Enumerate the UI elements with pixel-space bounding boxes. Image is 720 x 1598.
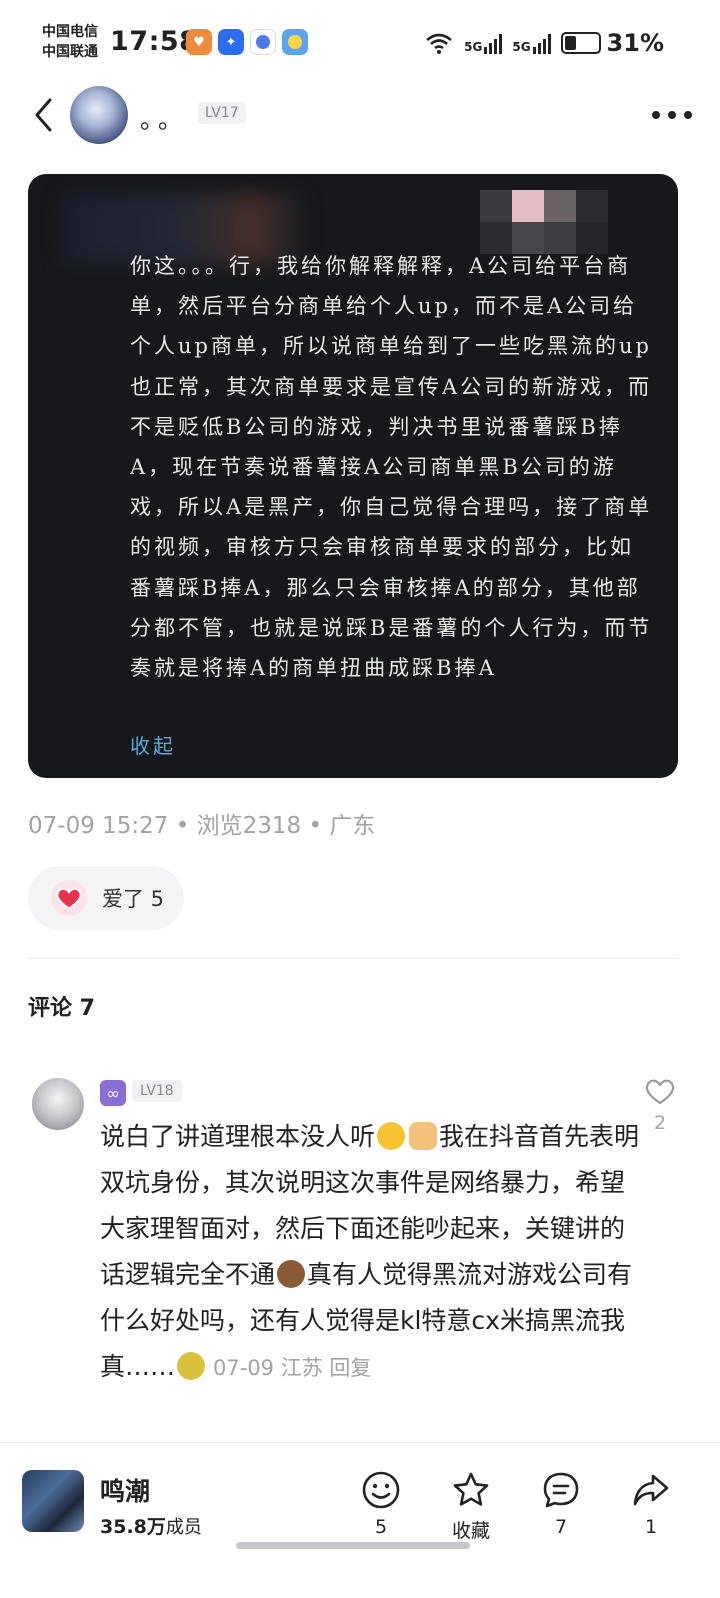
members-suffix: 成员 [165,1517,202,1538]
wifi-icon [424,31,454,55]
favorite-label: 收藏 [451,1520,490,1542]
share-button[interactable]: 1 [616,1470,686,1538]
author-level-badge: LV17 [198,102,246,124]
comment-like-button[interactable]: 2 [640,1076,680,1134]
bottom-divider [0,1442,720,1443]
battery-icon [560,32,601,54]
comment-text: 说白了讲道理根本没人听 我在抖音首先表明双坑身份，其次说明这次事件是网络暴力，希望… [100,1114,640,1391]
more-button[interactable] [652,100,692,130]
community-avatar[interactable] [22,1470,84,1532]
divider [28,958,678,959]
heart-app-icon: ♥ [186,29,212,55]
home-indicator[interactable] [236,1542,470,1549]
bottom-bar: 鸣潮 35.8万成员 5 收藏 7 1 [0,1444,720,1598]
comment-icon [543,1472,579,1508]
commenter-level-badge: LV18 [132,1080,182,1102]
notification-icons: ♥ ✦ [186,29,308,55]
love-label: 爱了 5 [102,887,165,911]
signal-2-icon: 5G [512,32,551,54]
battery-indicator: 31% [560,29,664,57]
members-count: 35.8万 [100,1516,166,1538]
poop-emoji-icon [277,1260,306,1288]
back-icon [35,98,52,132]
commenter-avatar[interactable] [32,1078,84,1130]
star-icon [453,1472,489,1506]
ok-hand-emoji-icon [409,1122,438,1150]
heart-outline-icon [645,1079,675,1105]
feather-app-icon [250,29,276,55]
emoji-count: 5 [374,1516,388,1538]
heart-icon [50,879,88,917]
comment-button[interactable]: 7 [526,1470,596,1538]
status-bar: 中国电信 中国联通 17:58 ♥ ✦ 5G 5G 31% [0,0,720,86]
more-icon [652,111,660,119]
community-name[interactable]: 鸣潮 [100,1472,150,1508]
comment-text-part-1: 说白了讲道理根本没人听 [100,1122,376,1151]
comment-like-count: 2 [653,1112,667,1134]
author-name[interactable]: 。。 [140,100,188,135]
carrier-labels: 中国电信 中国联通 [42,22,98,62]
post-image-text: 你这。。。行，我给你解释解释，A公司给平台商单，然后平台分商单给个人up，而不是… [130,254,653,681]
smile-icon [362,1471,400,1509]
post-header: 。。 LV17 [0,86,720,146]
post-meta: 07-09 15:27 • 浏览2318 • 广东 [28,813,376,839]
carrier-2: 中国联通 [42,44,98,60]
post-image[interactable]: 你这。。。行，我给你解释解释，A公司给平台商单，然后平台分商单给个人up，而不是… [28,174,678,778]
signal-1-icon: 5G [464,32,503,54]
laughing-emoji-icon [377,1122,406,1150]
mosaic-censor [480,190,608,254]
collapse-link[interactable]: 收起 [130,730,176,759]
community-members: 35.8万成员 [100,1512,202,1539]
battery-percent: 31% [606,29,664,57]
comment-meta[interactable]: 07-09 江苏 回复 [213,1356,371,1380]
star-app-icon: ✦ [218,29,244,55]
comment-count: 7 [554,1516,568,1538]
status-right: 5G 5G 31% [424,29,664,57]
share-icon [633,1474,669,1506]
infinity-badge-icon: ∞ [100,1080,126,1106]
back-button[interactable] [30,94,60,136]
love-button[interactable]: 爱了 5 [28,866,184,930]
dizzy-emoji-icon [177,1352,206,1380]
comments-title: 评论 7 [28,996,95,1021]
author-avatar[interactable] [70,86,128,144]
emoji-reaction-button[interactable]: 5 [346,1470,416,1538]
favorite-button[interactable]: 收藏 [436,1470,506,1543]
carrier-1: 中国电信 [42,24,98,40]
share-count: 1 [644,1516,658,1538]
weather-app-icon [282,29,308,55]
